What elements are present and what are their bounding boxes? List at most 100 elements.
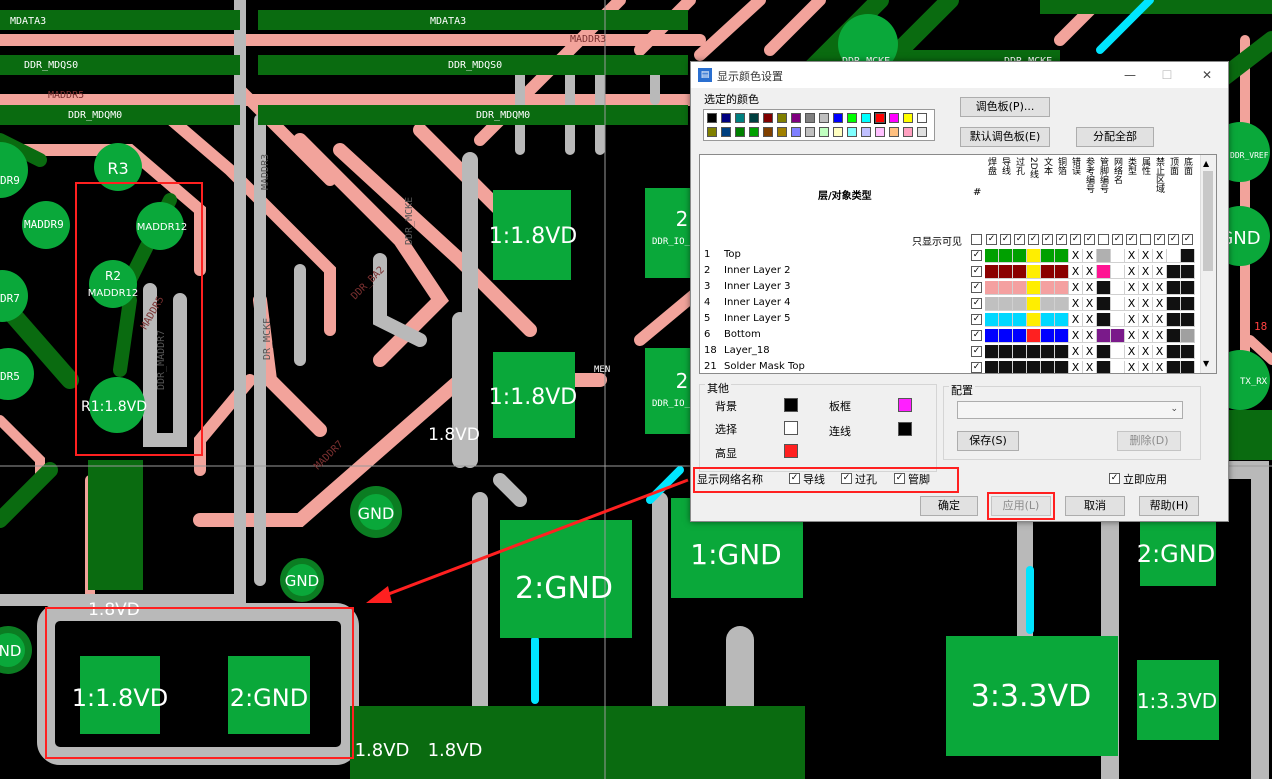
color-cell[interactable]: X <box>1083 281 1097 295</box>
color-cell[interactable]: X <box>1083 249 1097 263</box>
visibility-checkbox[interactable]: ✓ <box>1154 234 1165 245</box>
table-row[interactable]: 1 Top ✓ X X X X X <box>700 248 1200 264</box>
color-cell[interactable] <box>1041 249 1055 263</box>
color-cell[interactable] <box>1055 313 1069 327</box>
palette-swatch[interactable] <box>847 113 857 123</box>
palette-swatch[interactable] <box>777 113 787 123</box>
color-cell[interactable] <box>1181 313 1195 327</box>
color-cell[interactable] <box>1055 329 1069 343</box>
scroll-up-icon[interactable]: ▲ <box>1203 159 1209 168</box>
color-cell[interactable] <box>1027 329 1041 343</box>
layer-visible-checkbox[interactable]: ✓ <box>971 346 982 357</box>
color-cell[interactable]: X <box>1153 281 1167 295</box>
color-cell[interactable]: X <box>1139 297 1153 311</box>
color-cell[interactable] <box>985 329 999 343</box>
color-cell[interactable]: X <box>1069 361 1083 373</box>
color-cell[interactable] <box>1111 297 1125 311</box>
palette-swatch[interactable] <box>735 127 745 137</box>
color-cell[interactable] <box>1167 313 1181 327</box>
palette-swatch[interactable] <box>875 127 885 137</box>
apply-now-checkbox[interactable]: ✓ <box>1109 473 1120 484</box>
close-icon[interactable]: ✕ <box>1194 65 1220 85</box>
background-color-swatch[interactable] <box>784 398 798 412</box>
palette-swatch[interactable] <box>735 113 745 123</box>
color-cell[interactable]: X <box>1153 361 1167 373</box>
palette-swatch[interactable] <box>749 127 759 137</box>
visibility-checkbox[interactable] <box>971 234 982 245</box>
visibility-checkbox[interactable]: ✓ <box>1070 234 1081 245</box>
color-cell[interactable] <box>1041 297 1055 311</box>
color-cell[interactable] <box>1097 297 1111 311</box>
color-cell[interactable] <box>1041 281 1055 295</box>
color-cell[interactable] <box>1111 361 1125 373</box>
color-cell[interactable]: X <box>1125 313 1139 327</box>
color-cell[interactable] <box>1097 329 1111 343</box>
color-cell[interactable] <box>1111 281 1125 295</box>
color-cell[interactable] <box>1181 281 1195 295</box>
table-row[interactable]: 2 Inner Layer 2 ✓ X X X X X <box>700 264 1200 280</box>
color-cell[interactable] <box>1041 313 1055 327</box>
help-button[interactable]: 帮助(H) <box>1139 496 1199 516</box>
palette-swatch[interactable] <box>805 113 815 123</box>
palette-swatch[interactable] <box>777 127 787 137</box>
board-frame-color-swatch[interactable] <box>898 398 912 412</box>
color-cell[interactable]: X <box>1069 265 1083 279</box>
palette-swatch[interactable] <box>903 113 913 123</box>
color-cell[interactable] <box>1013 329 1027 343</box>
color-cell[interactable] <box>1041 329 1055 343</box>
color-cell[interactable] <box>1027 265 1041 279</box>
layer-visible-checkbox[interactable]: ✓ <box>971 250 982 261</box>
dialog-titlebar[interactable]: ▤ 显示颜色设置 — ☐ ✕ <box>691 62 1228 88</box>
color-cell[interactable]: X <box>1083 297 1097 311</box>
color-cell[interactable] <box>1181 345 1195 359</box>
color-palette[interactable] <box>703 109 935 141</box>
color-cell[interactable] <box>985 281 999 295</box>
palette-swatch[interactable] <box>749 113 759 123</box>
select-color-swatch[interactable] <box>784 421 798 435</box>
color-cell[interactable] <box>1167 265 1181 279</box>
layer-visible-checkbox[interactable]: ✓ <box>971 266 982 277</box>
color-cell[interactable] <box>1167 249 1181 263</box>
palette-swatch[interactable] <box>819 127 829 137</box>
color-cell[interactable] <box>1055 249 1069 263</box>
palette-swatch[interactable] <box>819 113 829 123</box>
color-cell[interactable] <box>1181 329 1195 343</box>
color-cell[interactable] <box>1111 329 1125 343</box>
palette-swatch[interactable] <box>833 127 843 137</box>
palette-swatch[interactable] <box>805 127 815 137</box>
color-cell[interactable] <box>1013 313 1027 327</box>
visibility-checkbox[interactable]: ✓ <box>986 234 997 245</box>
visibility-checkbox[interactable]: ✓ <box>1168 234 1179 245</box>
palette-swatch[interactable] <box>721 113 731 123</box>
color-cell[interactable] <box>1111 265 1125 279</box>
color-cell[interactable] <box>1097 313 1111 327</box>
palette-button[interactable]: 调色板(P)... <box>960 97 1050 117</box>
color-cell[interactable]: X <box>1139 361 1153 373</box>
color-cell[interactable]: X <box>1139 329 1153 343</box>
color-cell[interactable] <box>1055 297 1069 311</box>
color-cell[interactable]: X <box>1069 281 1083 295</box>
palette-swatch[interactable] <box>861 113 871 123</box>
layer-visible-checkbox[interactable]: ✓ <box>971 362 982 373</box>
palette-swatch[interactable] <box>861 127 871 137</box>
color-cell[interactable] <box>999 345 1013 359</box>
palette-swatch[interactable] <box>763 127 773 137</box>
color-cell[interactable]: X <box>1139 265 1153 279</box>
color-cell[interactable]: X <box>1125 345 1139 359</box>
palette-swatch[interactable] <box>889 127 899 137</box>
minimize-icon[interactable]: — <box>1117 65 1143 85</box>
color-cell[interactable] <box>1027 361 1041 373</box>
color-cell[interactable] <box>1167 281 1181 295</box>
visibility-checkbox[interactable]: ✓ <box>1028 234 1039 245</box>
color-cell[interactable] <box>1013 265 1027 279</box>
color-cell[interactable]: X <box>1153 313 1167 327</box>
color-cell[interactable] <box>1027 297 1041 311</box>
color-cell[interactable]: X <box>1153 265 1167 279</box>
color-cell[interactable] <box>1097 281 1111 295</box>
color-cell[interactable] <box>1111 313 1125 327</box>
color-cell[interactable]: X <box>1125 265 1139 279</box>
color-cell[interactable]: X <box>1083 361 1097 373</box>
color-cell[interactable] <box>1027 345 1041 359</box>
table-row[interactable]: 4 Inner Layer 4 ✓ X X X X X <box>700 296 1200 312</box>
visibility-checkbox[interactable]: ✓ <box>1126 234 1137 245</box>
